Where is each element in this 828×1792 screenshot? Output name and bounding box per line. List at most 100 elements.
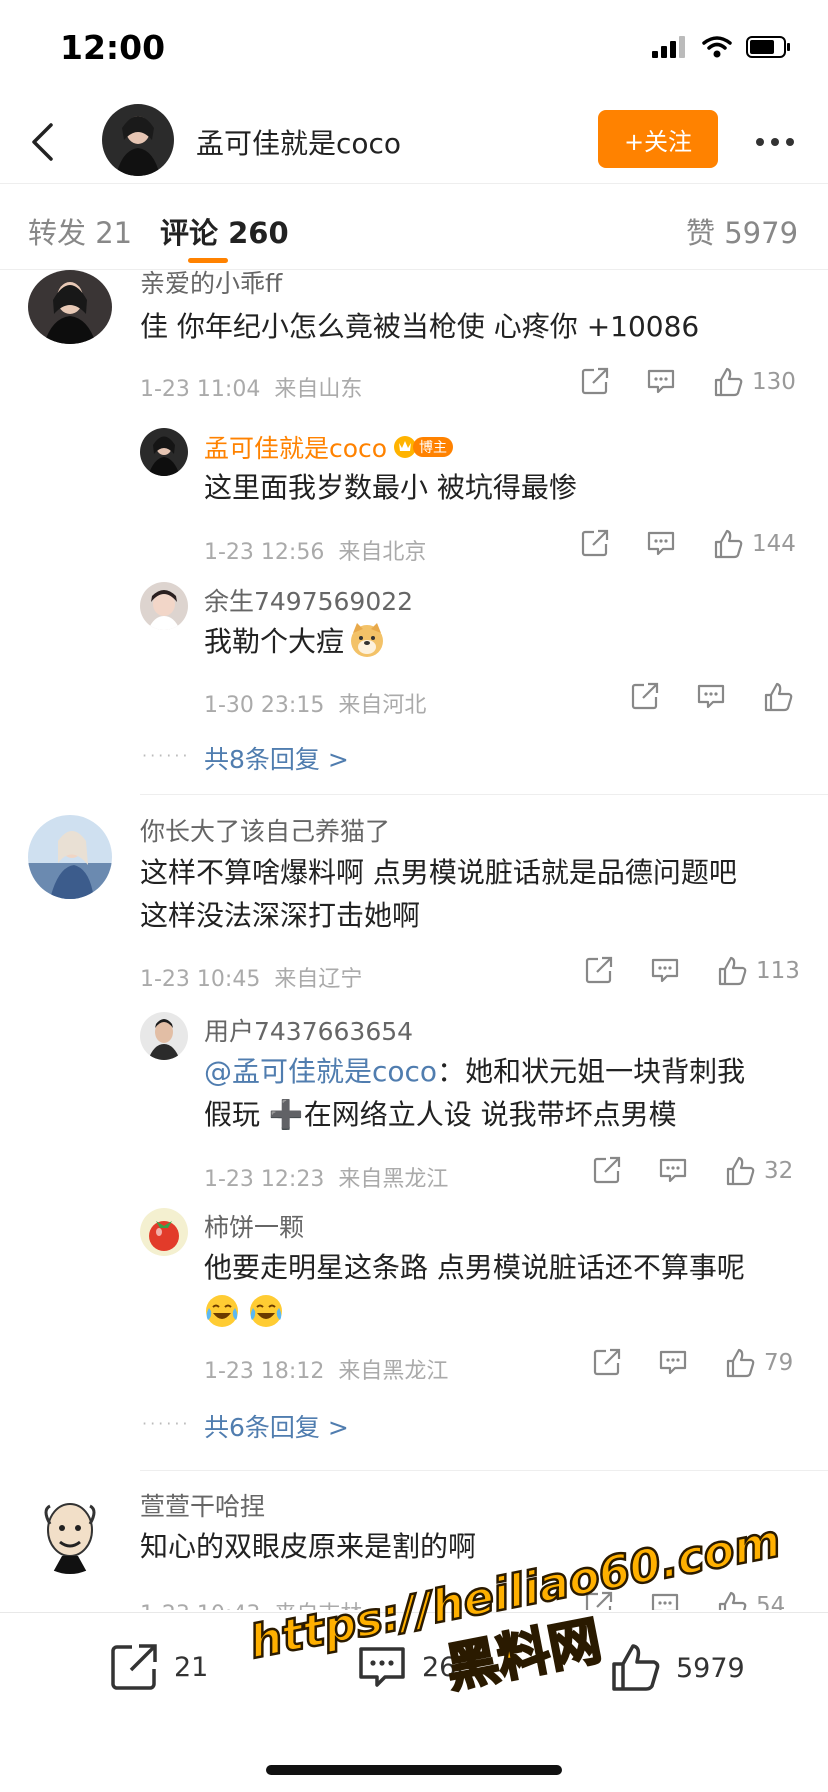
- tab-repost[interactable]: 转发 21: [28, 210, 132, 252]
- reply-time: 1-23 12:23: [204, 1167, 325, 1192]
- share-button[interactable]: [584, 1590, 614, 1610]
- reply-location: 来自河北: [338, 693, 427, 718]
- laugh-cry-emoji-icon: [206, 1294, 238, 1327]
- share-button[interactable]: [580, 366, 610, 396]
- more-replies-dots: ······: [142, 746, 191, 765]
- like-count: 32: [764, 1158, 794, 1184]
- tab-comment[interactable]: 评论 260: [160, 210, 289, 252]
- bottom-like-button[interactable]: 5979: [608, 1641, 745, 1695]
- like-button[interactable]: [762, 681, 794, 713]
- nav-username[interactable]: 孟可佳就是coco: [196, 122, 401, 162]
- comment-time: 1-23 10:45: [140, 967, 261, 992]
- doge-emoji-icon: [351, 623, 384, 657]
- share-button[interactable]: [584, 955, 614, 985]
- reply-button[interactable]: [650, 955, 680, 985]
- comment-count: 260: [422, 1651, 474, 1683]
- like-button[interactable]: 32: [724, 1155, 793, 1187]
- reply-avatar[interactable]: [140, 1012, 188, 1060]
- reply-actions: 144: [580, 528, 800, 562]
- reply-meta: 1-23 18:12 来自黑龙江: [204, 1353, 448, 1385]
- mention-link[interactable]: @孟可佳就是coco: [204, 1055, 437, 1088]
- nav-bar: 孟可佳就是coco +关注: [0, 100, 828, 184]
- like-count: 130: [752, 369, 796, 395]
- share-button[interactable]: [592, 1155, 622, 1185]
- reply-button[interactable]: [646, 366, 676, 396]
- share-icon: [631, 682, 659, 710]
- user-avatar[interactable]: [28, 270, 112, 344]
- like-button[interactable]: 54: [716, 1590, 785, 1610]
- reply-username[interactable]: 孟可佳就是coco 博主: [204, 429, 455, 466]
- tab-like[interactable]: 赞 5979: [686, 210, 798, 252]
- reply-username[interactable]: 柿饼一颗: [204, 1208, 304, 1244]
- user-avatar[interactable]: [28, 1490, 112, 1574]
- share-button[interactable]: [630, 681, 660, 711]
- comment-username[interactable]: 萱萱干哈捏: [140, 1487, 265, 1523]
- back-button[interactable]: [20, 116, 64, 168]
- reply-meta: 1-23 12:23 来自黑龙江: [204, 1161, 448, 1193]
- more-replies-link[interactable]: 共8条回复 >: [204, 740, 349, 776]
- like-button[interactable]: 130: [712, 366, 796, 398]
- back-arrow-icon: [32, 123, 53, 161]
- bottom-comment-button[interactable]: 260: [356, 1641, 474, 1693]
- like-button[interactable]: 79: [724, 1347, 793, 1379]
- dot-icon: [786, 138, 794, 146]
- more-menu-button[interactable]: [750, 124, 800, 160]
- status-bar: 12:00: [0, 0, 828, 100]
- nav-avatar[interactable]: [102, 104, 174, 176]
- comment-icon: [647, 531, 675, 556]
- comment-icon: [359, 1647, 405, 1687]
- comment-text: 佳 你年纪小怎么竟被当枪使 心疼你 +10086: [140, 310, 700, 343]
- comment-username[interactable]: 你长大了该自己养猫了: [140, 812, 390, 848]
- reply-text-content: 我勒个大痘: [204, 625, 345, 658]
- reply-actions: 32: [592, 1155, 812, 1189]
- reply-actions: 79: [592, 1347, 812, 1381]
- comment-divider: [140, 1470, 828, 1471]
- reply-text: 这里面我岁数最小 被坑得最惨: [204, 471, 577, 504]
- user-avatar[interactable]: [28, 815, 112, 899]
- reply-button[interactable]: [650, 1590, 680, 1610]
- share-icon: [585, 956, 613, 984]
- reply-button[interactable]: [646, 528, 676, 558]
- reply-username[interactable]: 用户7437663654: [204, 1012, 413, 1048]
- like-button[interactable]: 144: [712, 528, 796, 560]
- reply-button[interactable]: [658, 1347, 688, 1377]
- thumbs-up-icon: [714, 367, 743, 397]
- comment-time: 1-23 10:43: [140, 1602, 260, 1610]
- reply-meta: 1-23 12:56 来自北京: [204, 534, 426, 566]
- blogger-name[interactable]: 孟可佳就是coco: [204, 434, 387, 463]
- emoji-row: [204, 1289, 745, 1332]
- reply-actions: [630, 681, 800, 715]
- share-button[interactable]: [592, 1347, 622, 1377]
- share-icon: [581, 529, 609, 557]
- reply-location: 来自北京: [338, 540, 427, 565]
- reply-button[interactable]: [696, 681, 726, 711]
- comment-meta: 1-23 11:04 来自山东: [140, 371, 362, 403]
- status-time: 12:00: [60, 28, 166, 67]
- comment-username[interactable]: 亲爱的小乖ff: [140, 270, 282, 300]
- share-button[interactable]: [580, 528, 610, 558]
- tab-active-indicator: [188, 258, 228, 263]
- follow-button[interactable]: +关注: [598, 110, 718, 168]
- comment-icon: [651, 958, 679, 983]
- comment-list[interactable]: 亲爱的小乖ff 佳 你年纪小怎么竟被当枪使 心疼你 +10086 1-23 11…: [0, 270, 828, 1610]
- bottom-repost-button[interactable]: 21: [108, 1641, 208, 1693]
- like-count: 79: [764, 1350, 794, 1376]
- share-icon: [593, 1156, 621, 1184]
- reply-time: 1-23 12:56: [204, 540, 325, 565]
- wifi-icon: [702, 36, 732, 58]
- comment-text-line: 这样没法深深打击她啊: [140, 899, 421, 932]
- thumbs-up-icon: [764, 682, 793, 712]
- reply-username[interactable]: 余生7497569022: [204, 582, 413, 618]
- reply-avatar[interactable]: [140, 1208, 188, 1256]
- comment-location: 来自辽宁: [274, 967, 363, 992]
- blogger-badge: 博主: [393, 434, 455, 466]
- more-replies-link[interactable]: 共6条回复 >: [204, 1408, 349, 1444]
- reply-avatar[interactable]: [140, 582, 188, 630]
- comment-actions: 54: [584, 1590, 804, 1610]
- reply-text-line: 他要走明星这条路 点男模说脏话还不算事呢: [204, 1251, 745, 1284]
- like-button[interactable]: 113: [716, 955, 800, 987]
- reply-text-line: 假玩 ➕在网络立人设 说我带坏点男模: [204, 1098, 677, 1131]
- comment-icon: [651, 1593, 679, 1610]
- reply-avatar[interactable]: [140, 428, 188, 476]
- reply-button[interactable]: [658, 1155, 688, 1185]
